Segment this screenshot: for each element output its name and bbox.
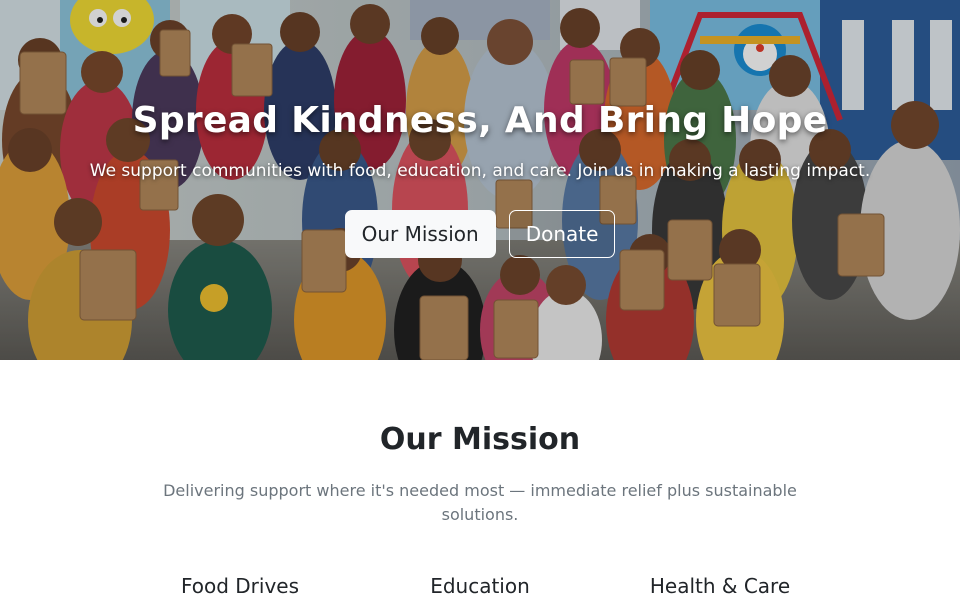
hero-title: Spread Kindness, And Bring Hope — [132, 100, 828, 141]
hero-section: Spread Kindness, And Bring Hope We suppo… — [0, 0, 960, 360]
hero-button-group: Our Mission Donate — [0, 210, 960, 258]
donate-button[interactable]: Donate — [508, 210, 616, 258]
feature-education-title: Education — [430, 574, 530, 598]
our-mission-button[interactable]: Our Mission — [344, 210, 496, 258]
feature-health-care-title: Health & Care — [649, 574, 791, 598]
mission-title: Our Mission — [379, 422, 581, 457]
mission-section: Our Mission Delivering support where it'… — [0, 360, 960, 600]
feature-list: Food Drives Education Health & Care — [120, 574, 840, 598]
feature-food-drives-title: Food Drives — [180, 574, 300, 598]
hero-subtitle: We support communities with food, educat… — [89, 161, 871, 181]
mission-lead-text: Delivering support where it's needed mos… — [163, 481, 797, 524]
